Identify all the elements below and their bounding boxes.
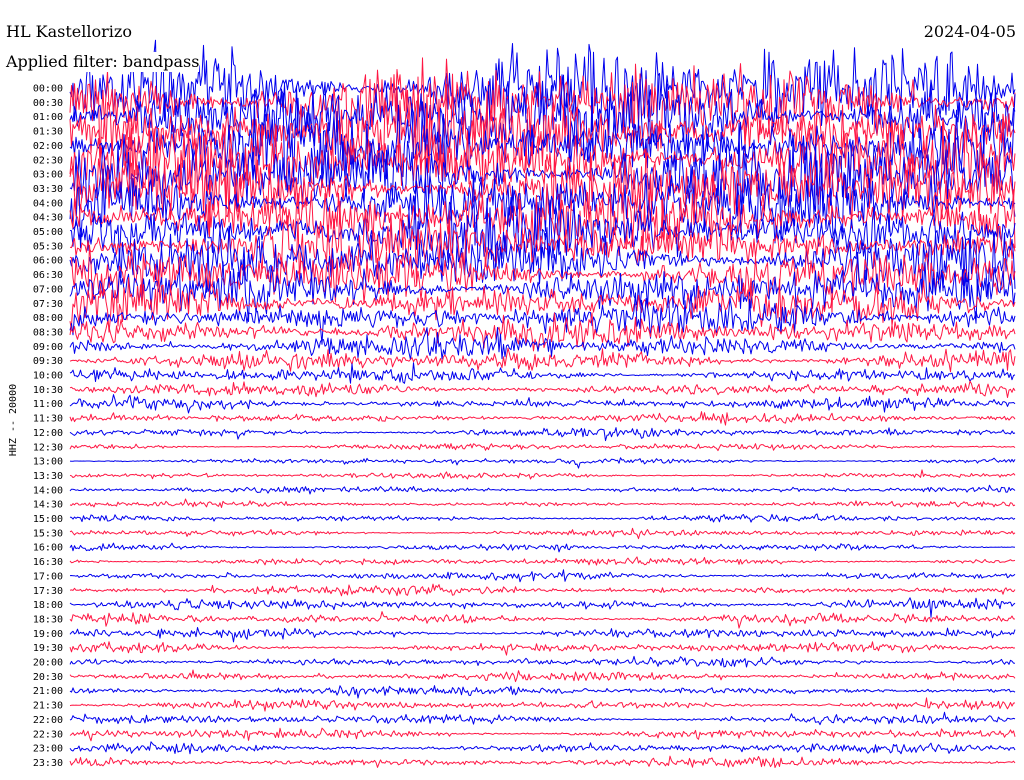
tick-label-2230: 22:30 [33, 729, 63, 740]
trace-0930 [69, 347, 1016, 373]
helicorder-plot: 00:00 00:30 01:00 01:30 02:00 02:30 03:00 03:30… [8, 39, 1016, 769]
tick-label-0800: 08:00 [33, 313, 63, 324]
tick-label-1130: 11:30 [33, 414, 63, 425]
tick-label-0530: 05:30 [33, 241, 63, 252]
tick-label-0130: 01:30 [33, 127, 63, 138]
trace-2230 [69, 727, 1016, 742]
trace-1800 [69, 597, 1016, 618]
tick-label-1930: 19:30 [33, 643, 63, 654]
tick-label-1800: 18:00 [33, 600, 63, 611]
tick-label-1700: 17:00 [33, 571, 63, 582]
tick-label-0230: 02:30 [33, 155, 63, 166]
trace-2100 [69, 685, 1016, 699]
trace-1030 [69, 380, 1016, 398]
tick-label-0300: 03:00 [33, 170, 63, 181]
tick-label-0930: 09:30 [33, 356, 63, 367]
trace-1830 [69, 611, 1016, 629]
trace-1500 [69, 513, 1016, 523]
trace-1730 [69, 583, 1016, 597]
filter-text: Applied filter: bandpass [6, 52, 200, 72]
tick-label-2030: 20:30 [33, 672, 63, 683]
tick-label-0900: 09:00 [33, 342, 63, 353]
tick-label-2330: 23:30 [33, 758, 63, 769]
tick-label-1730: 17:30 [33, 586, 63, 597]
tick-label-2100: 21:00 [33, 686, 63, 697]
tick-label-0700: 07:00 [33, 284, 63, 295]
tick-label-1500: 15:00 [33, 514, 63, 525]
tick-label-2300: 23:00 [33, 744, 63, 755]
trace-0900 [69, 327, 1016, 360]
tick-label-1530: 15:30 [33, 528, 63, 539]
tick-label-1600: 16:00 [33, 543, 63, 554]
trace-2000 [69, 655, 1016, 668]
tick-label-2130: 21:30 [33, 701, 63, 712]
trace-1430 [69, 498, 1016, 508]
plot-date: 2024-04-05 [923, 22, 1016, 42]
trace-1330 [69, 469, 1016, 480]
tick-label-2200: 22:00 [33, 715, 63, 726]
trace-1100 [69, 394, 1016, 414]
tick-label-0730: 07:30 [33, 299, 63, 310]
trace-2200 [69, 711, 1016, 726]
trace-1930 [69, 641, 1016, 656]
trace-1630 [69, 556, 1016, 566]
trace-1600 [69, 542, 1016, 553]
tick-label-1330: 13:30 [33, 471, 63, 482]
tick-label-0500: 05:00 [33, 227, 63, 238]
trace-1400 [69, 484, 1016, 495]
tick-label-1300: 13:00 [33, 457, 63, 468]
tick-label-2000: 20:00 [33, 658, 63, 669]
station-title: HL Kastellorizo [6, 22, 132, 42]
tick-label-1630: 16:30 [33, 557, 63, 568]
tick-label-1100: 11:00 [33, 399, 63, 410]
tick-label-0330: 03:30 [33, 184, 63, 195]
tick-label-0430: 04:30 [33, 213, 63, 224]
tick-label-1230: 12:30 [33, 442, 63, 453]
tick-label-1000: 10:00 [33, 371, 63, 382]
tick-label-1430: 14:30 [33, 500, 63, 511]
channel-label: HHZ -- 20000 [8, 384, 19, 456]
tick-label-1830: 18:30 [33, 614, 63, 625]
trace-lines [69, 39, 1016, 768]
tick-label-0200: 02:00 [33, 141, 63, 152]
tick-label-0600: 06:00 [33, 256, 63, 267]
tick-label-0000: 00:00 [33, 84, 63, 95]
tick-label-0030: 00:30 [33, 98, 63, 109]
tick-label-0400: 04:00 [33, 198, 63, 209]
trace-1130 [69, 411, 1016, 426]
tick-label-1900: 19:00 [33, 629, 63, 640]
tick-label-0100: 01:00 [33, 112, 63, 123]
trace-1200 [69, 427, 1016, 442]
tick-label-1200: 12:00 [33, 428, 63, 439]
trace-2300 [69, 741, 1016, 755]
trace-2130 [69, 697, 1016, 712]
trace-1230 [69, 443, 1016, 452]
tick-label-0830: 08:30 [33, 327, 63, 338]
tick-label-1030: 10:30 [33, 385, 63, 396]
time-tick-labels: 00:00 00:30 01:00 01:30 02:00 02:30 03:00 03:30… [33, 84, 63, 769]
trace-1300 [69, 457, 1016, 469]
trace-2030 [69, 669, 1016, 683]
trace-1000 [69, 362, 1016, 384]
tick-label-1400: 14:00 [33, 485, 63, 496]
trace-2330 [69, 755, 1016, 768]
trace-1530 [69, 527, 1016, 540]
tick-label-0630: 06:30 [33, 270, 63, 281]
trace-1700 [69, 569, 1016, 583]
trace-1900 [69, 627, 1016, 643]
